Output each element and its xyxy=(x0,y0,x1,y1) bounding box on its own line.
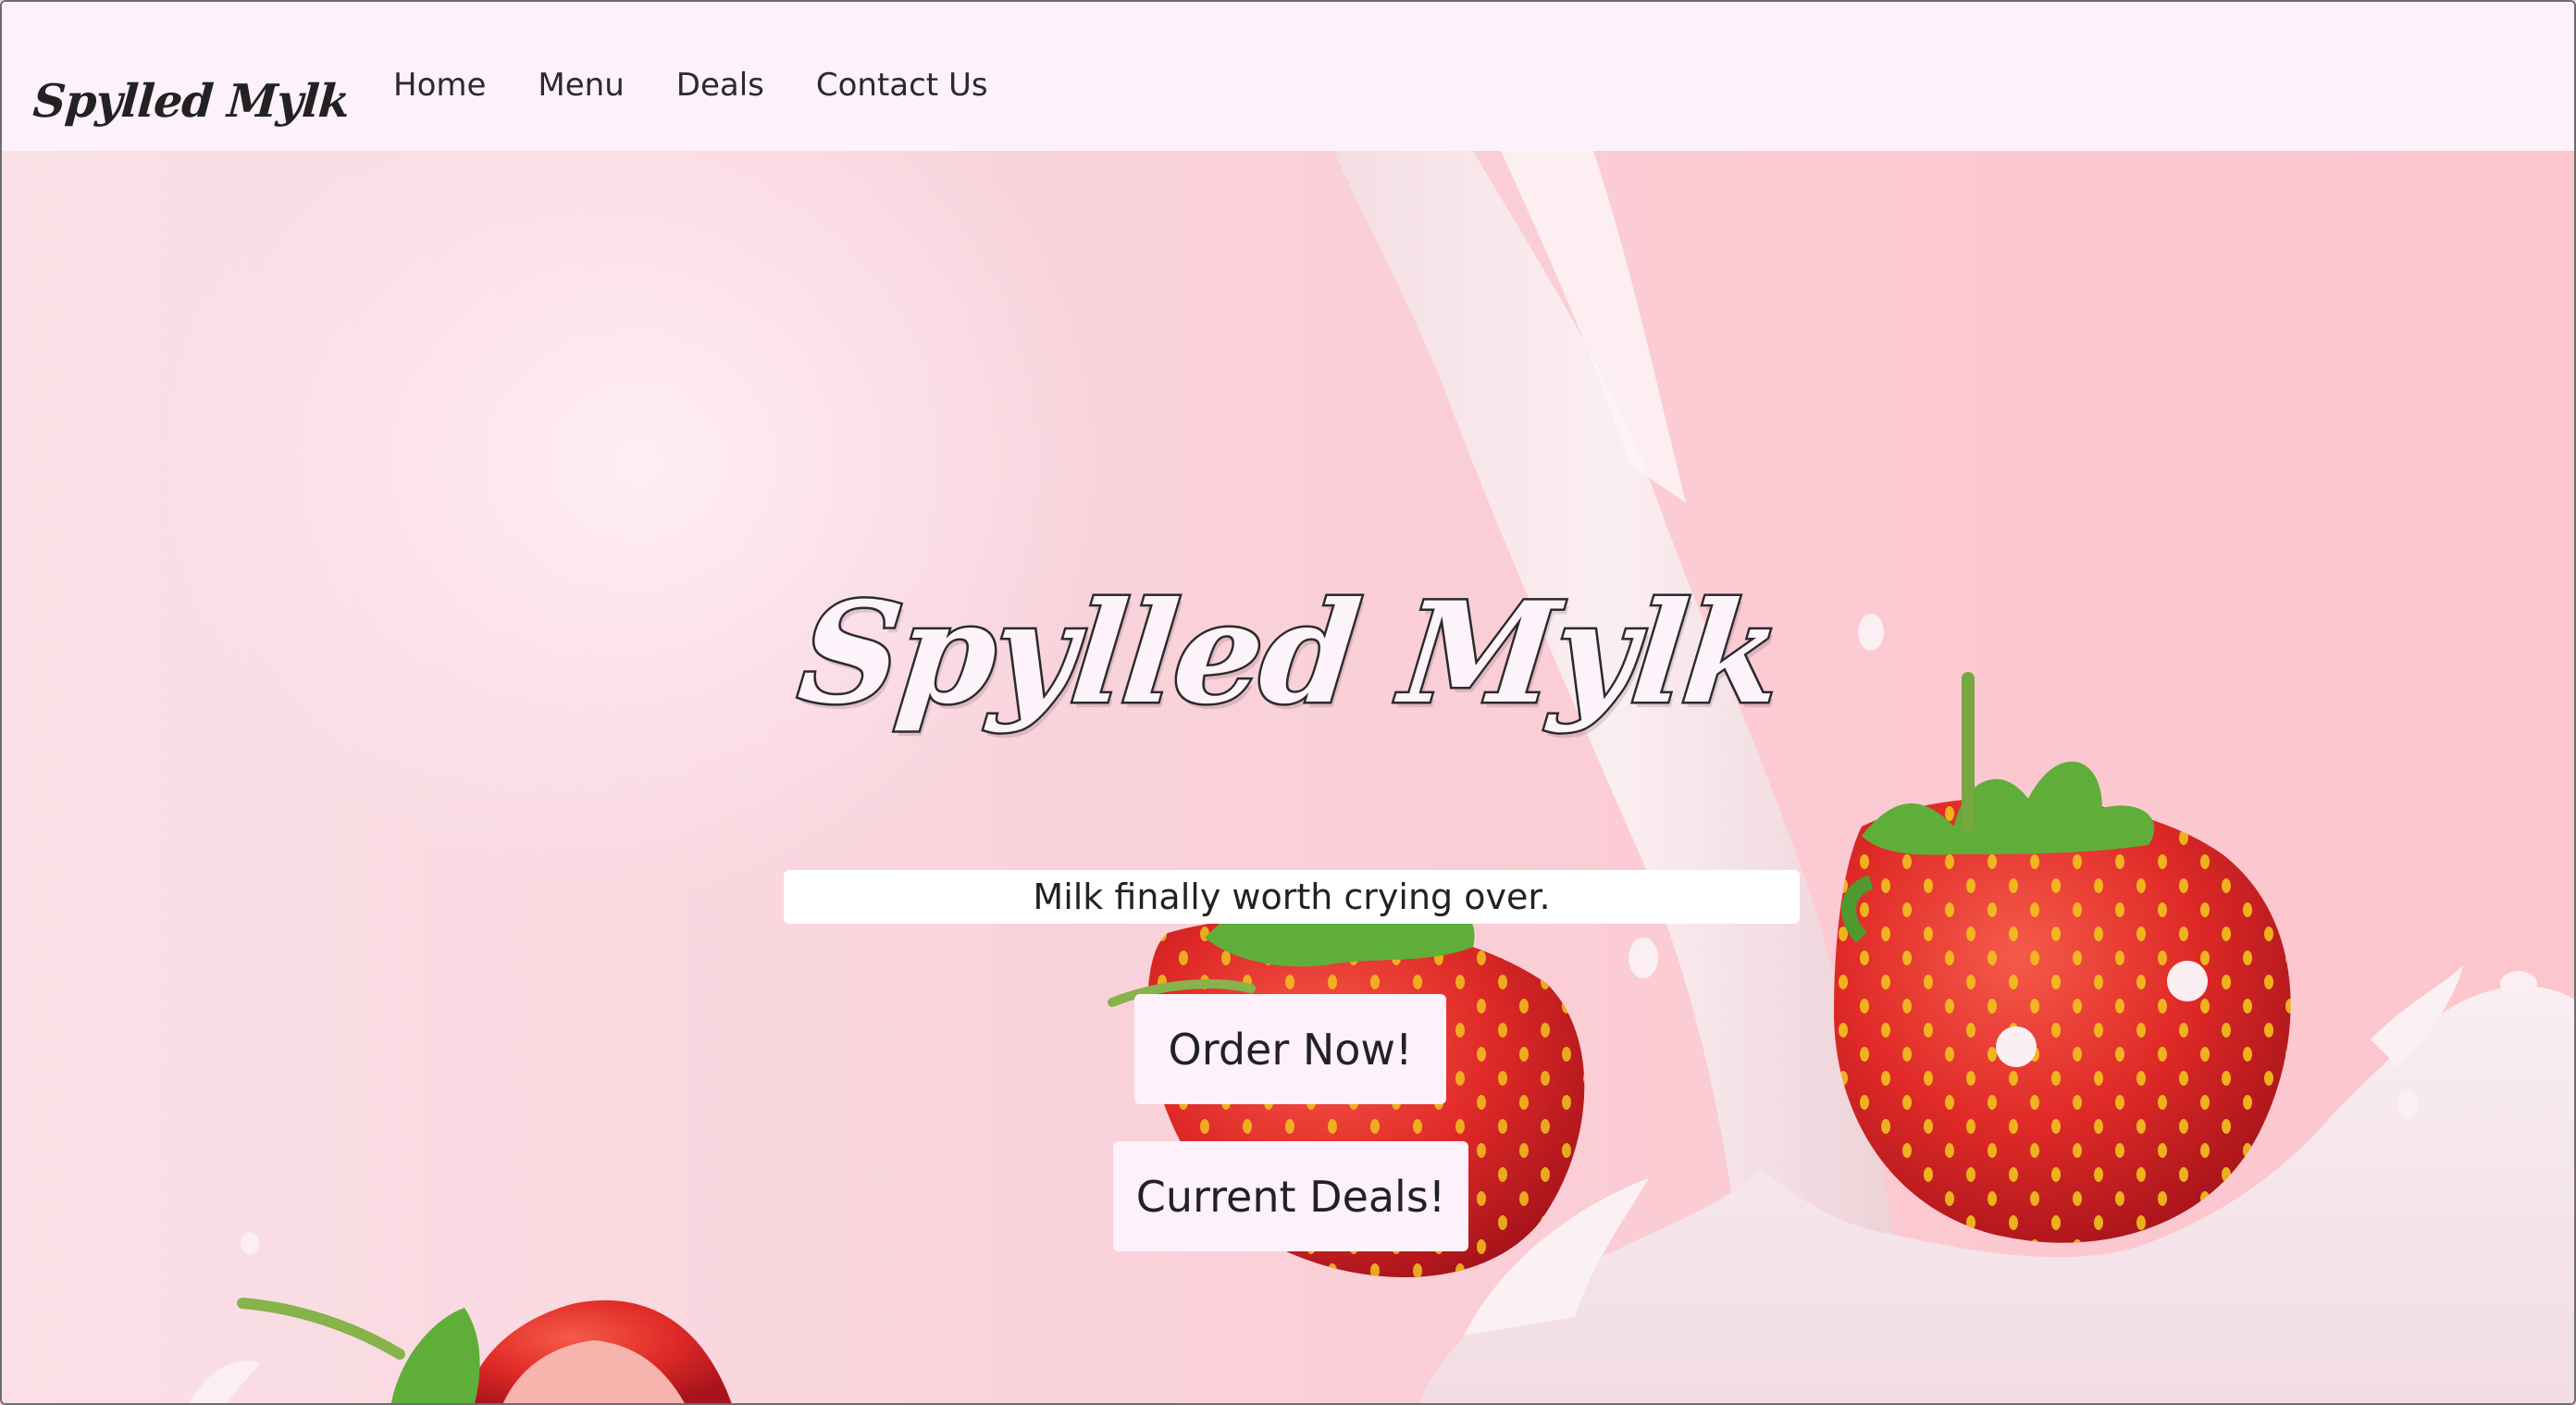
nav-links: Home Menu Deals Contact Us xyxy=(393,67,1040,104)
hero-title: Spylled Mylk xyxy=(790,570,1790,738)
hero-tagline: Milk finally worth crying over. xyxy=(784,870,1800,924)
current-deals-button[interactable]: Current Deals! xyxy=(1113,1141,1468,1251)
top-navbar: Spylled Mylk Home Menu Deals Contact Us xyxy=(2,2,2574,151)
brand-logo[interactable]: Spylled Mylk xyxy=(31,74,351,128)
page: Spylled Mylk Home Menu Deals Contact Us xyxy=(0,0,2576,1405)
order-now-button[interactable]: Order Now! xyxy=(1134,994,1446,1104)
nav-link-home[interactable]: Home xyxy=(393,67,486,104)
nav-link-menu[interactable]: Menu xyxy=(538,67,624,104)
hero-section: Spylled Mylk Milk finally worth crying o… xyxy=(2,151,2574,1403)
nav-link-deals[interactable]: Deals xyxy=(676,67,764,104)
nav-link-contact-us[interactable]: Contact Us xyxy=(816,67,988,104)
